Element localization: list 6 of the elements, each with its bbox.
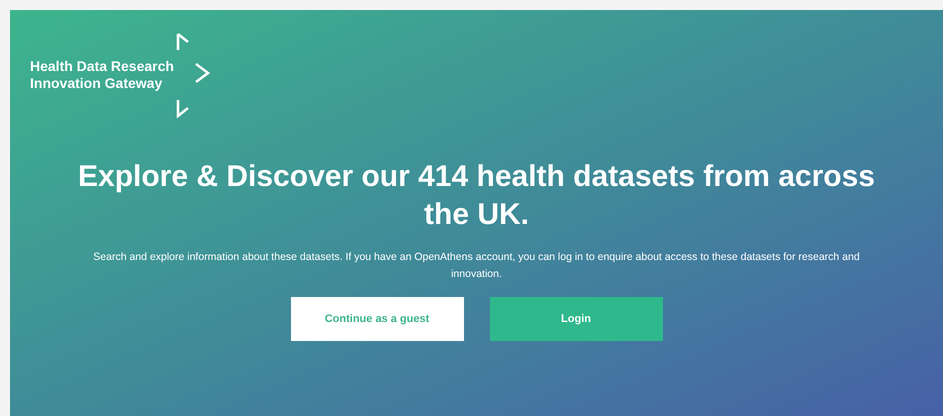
guest-button[interactable]: Continue as a guest [290,297,464,341]
login-button[interactable]: Login [490,297,662,341]
headline: Explore & Discover our 414 health datasets from across the UK. [77,159,876,233]
subtitle: Search and explore information about these datasets. If you have an OpenAthens account, you can log in to enquire about access to these datasets for research and innovation. [92,250,861,282]
arrows-icon [176,32,210,118]
logo-text: Health Data Research Innovation Gateway [30,58,174,92]
